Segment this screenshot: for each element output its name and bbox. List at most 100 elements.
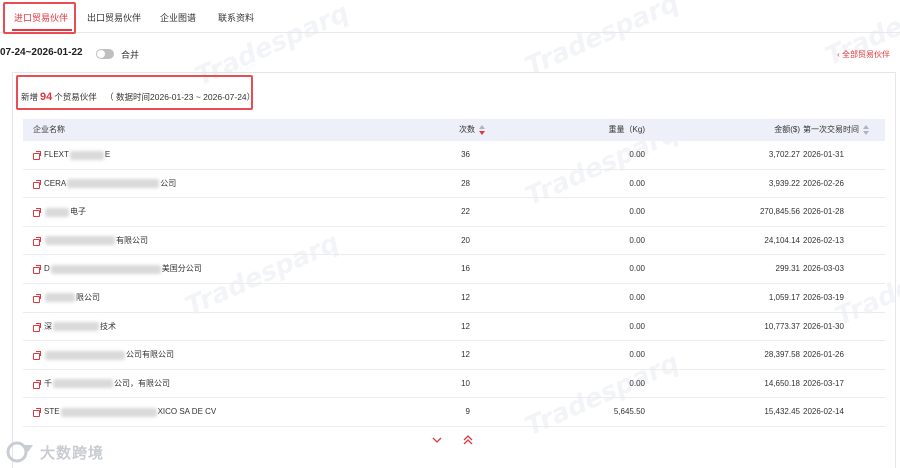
column-header-amount: 金额($) <box>774 125 800 134</box>
amount-usd: 3,702.27 <box>768 150 800 159</box>
external-link-icon <box>33 151 41 160</box>
summary: 新增 94 个贸易伙伴 （ 数据时间2026-01-23 ~ 2026-07-24） <box>21 83 255 111</box>
table-row[interactable]: CERA 公司 28 0.00 3,939.22 2026-02-26 <box>23 170 885 199</box>
column-header-first-date[interactable]: 第一次交易时间 <box>803 119 869 141</box>
table-row[interactable]: 限公司 12 0.00 1,059.17 2026-03-19 <box>23 284 885 313</box>
first-trade-date: 2026-02-13 <box>803 235 844 245</box>
all-partners-link[interactable]: ‹ 全部贸易伙伴 <box>837 49 890 60</box>
filter-row: 07-24~2026-01-22 合并 ‹ 全部贸易伙伴 <box>0 44 900 64</box>
redacted-text <box>53 322 99 332</box>
amount-usd: 28,397.58 <box>764 350 800 360</box>
company-name-end: E <box>104 150 111 159</box>
company-name[interactable]: CERA 公司 <box>33 170 176 198</box>
company-name-start: CERA <box>44 178 67 188</box>
company-name-end: 有限公司 <box>116 235 148 245</box>
first-trade-date: 2026-03-19 <box>803 292 844 302</box>
weight-kg: 0.00 <box>629 292 645 302</box>
trade-count: 12 <box>461 292 470 302</box>
amount-usd: 14,650.18 <box>764 378 800 388</box>
redacted-text <box>67 179 160 189</box>
table-row[interactable]: 千 公司，有限公司 10 0.00 14,650.18 2026-03-17 <box>23 370 885 399</box>
tab-contact-info[interactable]: 联系资料 <box>218 0 254 33</box>
trade-count: 9 <box>465 407 470 417</box>
double-chevron-up-icon[interactable] <box>462 434 474 446</box>
redacted-text <box>50 264 161 274</box>
table-row[interactable]: FLEXT E 36 0.00 3,702.27 2026-01-31 <box>23 141 885 170</box>
company-name-end: 限公司 <box>76 292 100 302</box>
table-header: 企业名称 次数 重量（Kg) 金额($) 第一次交易时间 <box>23 119 885 141</box>
table-row[interactable]: STE XICO SA DE CV 9 5,645.50 15,432.45 20… <box>23 398 885 427</box>
weight-kg: 0.00 <box>629 350 645 360</box>
amount-usd: 10,773.37 <box>764 321 800 331</box>
date-range[interactable]: 07-24~2026-01-22 <box>0 47 83 58</box>
trade-count: 36 <box>461 150 470 159</box>
weight-kg: 0.00 <box>629 378 645 388</box>
weight-kg: 0.00 <box>629 235 645 245</box>
weight-kg: 0.00 <box>629 178 645 188</box>
company-name[interactable]: STE XICO SA DE CV <box>33 398 216 426</box>
brand-logo-icon <box>6 441 33 463</box>
amount-usd: 24,104.14 <box>764 235 800 245</box>
redacted-text <box>45 207 69 217</box>
external-link-icon <box>33 179 41 189</box>
external-link-icon <box>33 265 41 275</box>
table-row[interactable]: 电子 22 0.00 270,845.56 2026-01-28 <box>23 198 885 227</box>
tab-bar: 进口贸易伙伴 出口贸易伙伴 企业图谱 联系资料 <box>0 0 900 34</box>
first-trade-date: 2026-01-26 <box>803 350 844 360</box>
sort-icon[interactable] <box>863 124 869 135</box>
trade-count: 12 <box>461 321 470 331</box>
external-link-icon <box>33 379 41 389</box>
amount-usd: 270,845.56 <box>759 207 800 217</box>
tab-company-graph[interactable]: 企业图谱 <box>160 0 196 33</box>
table-row[interactable]: D 美国分公司 16 0.00 299.31 2026-03-03 <box>23 255 885 284</box>
sort-icon[interactable] <box>479 124 485 135</box>
company-name[interactable]: 深 技术 <box>33 313 116 341</box>
weight-kg: 0.00 <box>629 264 645 274</box>
company-name[interactable]: D 美国分公司 <box>33 255 202 283</box>
external-link-icon <box>33 236 41 246</box>
first-trade-date: 2026-01-30 <box>803 321 844 331</box>
first-trade-date: 2026-02-26 <box>803 178 844 188</box>
company-name[interactable]: 电子 <box>33 198 86 226</box>
company-name[interactable]: 限公司 <box>33 284 100 312</box>
new-partner-count: 94 <box>40 91 53 103</box>
chevron-down-icon[interactable] <box>431 434 443 446</box>
amount-usd: 299.31 <box>775 264 800 274</box>
merge-toggle[interactable] <box>96 49 114 59</box>
external-link-icon <box>33 322 41 332</box>
tab-export-partners[interactable]: 出口贸易伙伴 <box>87 0 141 33</box>
company-name[interactable]: 有限公司 <box>33 227 148 255</box>
first-trade-date: 2026-03-17 <box>803 378 844 388</box>
external-link-icon <box>33 293 41 303</box>
weight-kg: 0.00 <box>629 321 645 331</box>
active-tab-underline <box>12 29 72 31</box>
redacted-text <box>45 350 125 360</box>
table-row[interactable]: 公司有限公司 12 0.00 28,397.58 2026-01-26 <box>23 341 885 370</box>
external-link-icon <box>33 351 41 361</box>
toggle-knob <box>97 50 105 58</box>
merge-label: 合并 <box>121 50 140 60</box>
trade-count: 22 <box>461 207 470 217</box>
weight-kg: 0.00 <box>629 207 645 217</box>
brand-logo-text: 大数跨境 <box>40 444 105 462</box>
table-row[interactable]: 深 技术 12 0.00 10,773.37 2026-01-30 <box>23 313 885 342</box>
table-row[interactable]: 有限公司 20 0.00 24,104.14 2026-02-13 <box>23 227 885 256</box>
trade-count: 20 <box>461 235 470 245</box>
column-header-count[interactable]: 次数 <box>459 119 485 141</box>
external-link-icon <box>33 408 41 418</box>
column-header-weight: 重量（Kg) <box>608 125 645 134</box>
summary-prefix: 新增 <box>21 92 39 102</box>
redacted-text <box>53 379 113 389</box>
company-name-start: FLEXT <box>44 150 69 159</box>
amount-usd: 3,939.22 <box>768 178 800 188</box>
trade-count: 28 <box>461 178 470 188</box>
summary-suffix: 个贸易伙伴 <box>54 92 97 102</box>
first-trade-date: 2026-02-14 <box>803 407 844 417</box>
company-name-end: XICO SA DE CV <box>157 407 217 417</box>
company-name[interactable]: 公司有限公司 <box>33 341 174 369</box>
company-name[interactable]: 千 公司，有限公司 <box>33 370 170 398</box>
company-name[interactable]: FLEXT E <box>33 141 110 169</box>
company-name-end: 电子 <box>70 207 86 217</box>
partners-table: 企业名称 次数 重量（Kg) 金额($) 第一次交易时间 FLEXT E 36 0… <box>23 119 885 427</box>
trade-count: 12 <box>461 350 470 360</box>
